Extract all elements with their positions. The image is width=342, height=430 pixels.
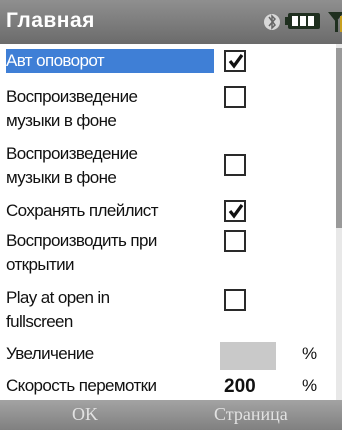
setting-label: Сохранять плейлист <box>6 201 158 220</box>
background-music-checkbox[interactable] <box>224 154 246 176</box>
zoom-unit: % <box>302 344 318 363</box>
setting-label: Воспроизведение музыки в фоне <box>6 85 214 133</box>
play-on-open-checkbox[interactable] <box>224 230 246 252</box>
setting-label: Воспроизводить при открытии <box>6 229 214 277</box>
scrollbar[interactable] <box>336 44 342 400</box>
setting-label-line: fullscreen <box>6 312 73 331</box>
page-title: Главная <box>6 9 95 32</box>
setting-label: Авт оповорот <box>6 49 214 73</box>
title-bar: Главная <box>0 0 342 44</box>
auto-rotate-checkbox[interactable] <box>224 50 246 72</box>
softkey-bar: OK Страница <box>0 400 342 430</box>
setting-label: Воспроизведение музыки в фоне <box>6 142 214 190</box>
checkmark-icon <box>228 54 244 69</box>
background-music-checkbox[interactable] <box>224 86 246 108</box>
save-playlist-checkbox[interactable] <box>224 200 246 222</box>
checkmark-icon <box>228 204 244 219</box>
rewind-label: Скорость перемотки <box>6 376 157 395</box>
page-softkey[interactable]: Страница <box>214 404 288 425</box>
setting-label-line: музыки в фоне <box>6 111 117 130</box>
zoom-input[interactable] <box>220 342 276 370</box>
setting-label-line: Воспроизводить при <box>6 231 157 250</box>
settings-list: Авт оповорот Воспроизведение музыки в фо… <box>0 44 342 400</box>
setting-label-line: Воспроизведение <box>6 144 138 163</box>
setting-label-line: Play at open in <box>6 288 110 307</box>
play-fullscreen-checkbox[interactable] <box>224 289 246 311</box>
setting-label-line: Воспроизведение <box>6 87 138 106</box>
bluetooth-icon <box>264 14 280 30</box>
zoom-label: Увеличение <box>6 344 94 363</box>
ok-softkey[interactable]: OK <box>72 404 98 425</box>
setting-label: Play at open in fullscreen <box>6 286 214 334</box>
status-icons <box>242 6 342 36</box>
setting-label-line: открытии <box>6 255 75 274</box>
battery-icon <box>285 13 320 29</box>
rewind-value[interactable]: 200 <box>224 376 256 398</box>
signal-icon <box>328 12 342 32</box>
scrollbar-thumb[interactable] <box>336 48 342 228</box>
rewind-unit: % <box>302 376 318 395</box>
setting-label-line: музыки в фоне <box>6 168 117 187</box>
